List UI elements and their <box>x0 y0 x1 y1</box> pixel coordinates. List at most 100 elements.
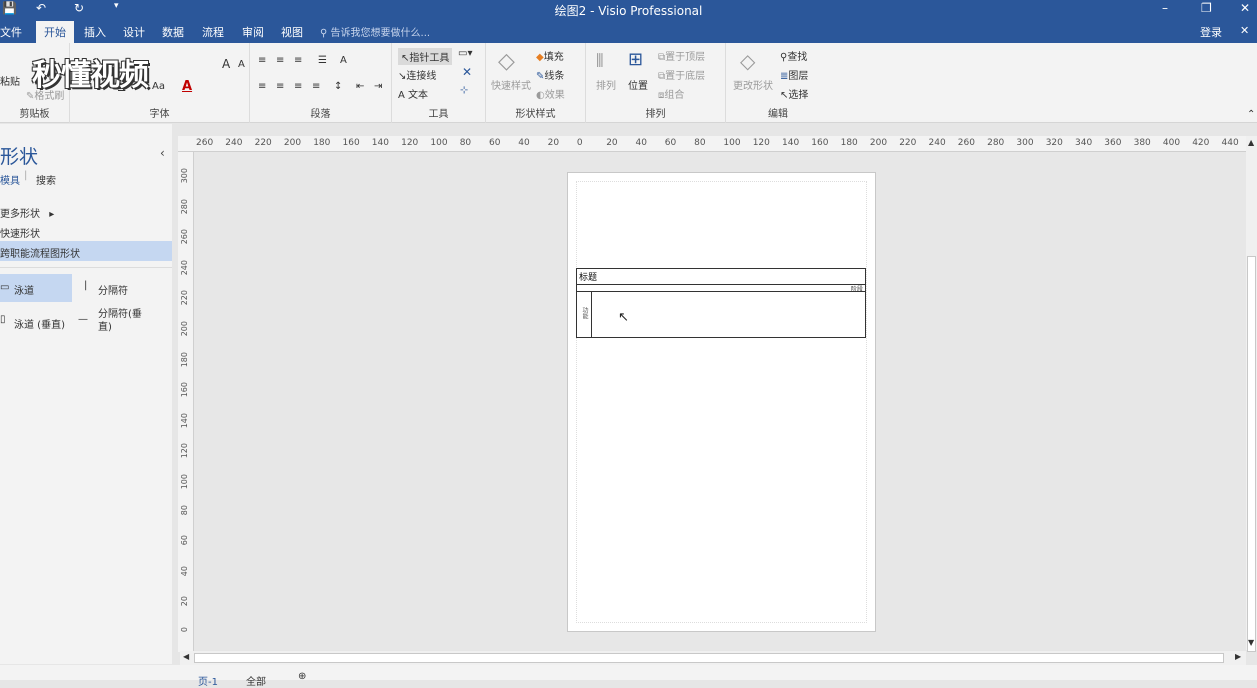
change-shape-button[interactable]: 更改形状 <box>733 77 773 92</box>
paste-button[interactable]: 粘贴 <box>0 73 20 88</box>
align-top-icon[interactable]: ≡ <box>258 55 266 66</box>
flowchart-title[interactable]: 标题 <box>579 270 597 283</box>
change-case-dropdown[interactable]: Aa <box>152 81 165 92</box>
text-tool-button[interactable]: A 文本 <box>398 86 428 101</box>
align-shapes-button[interactable]: 排列 <box>596 77 616 92</box>
swimlane-vertical-label: 泳道 (垂直) <box>14 320 65 331</box>
tab-stencils[interactable]: 模具 <box>0 172 20 187</box>
cross-functional-flowchart[interactable]: 标题 阶段 功能 <box>576 268 866 338</box>
bullets-icon[interactable]: ☰ <box>318 55 327 66</box>
cff-shapes-item[interactable]: 跨职能流程图形状 <box>0 241 172 261</box>
change-shape-icon: ◇ <box>740 49 756 73</box>
text-direction-icon[interactable]: A <box>340 55 347 66</box>
rectangle-tool-icon[interactable]: ▭▾ <box>458 48 472 59</box>
ruler-tick: 160 <box>180 382 189 398</box>
tab-insert[interactable]: 插入 <box>84 24 106 40</box>
tell-me-text: 告诉我您想要做什么... <box>330 28 431 39</box>
scroll-up-icon[interactable]: ▲ <box>1248 138 1254 147</box>
ruler-tick: 40 <box>635 138 647 148</box>
position-button[interactable]: 位置 <box>628 77 648 92</box>
font-color-button[interactable]: A <box>182 79 192 94</box>
tab-file[interactable]: 文件 <box>0 24 22 40</box>
align-bottom-icon[interactable]: ≡ <box>294 55 302 66</box>
horizontal-scroll-thumb[interactable] <box>194 653 1224 663</box>
scroll-right-icon[interactable]: ▶ <box>1235 652 1241 661</box>
tab-view[interactable]: 视图 <box>281 24 303 40</box>
tell-me-box[interactable]: ⚲ 告诉我您想要做什么... <box>320 24 430 39</box>
minimize-button[interactable]: – <box>1162 1 1168 15</box>
select-button[interactable]: ↖选择 <box>780 86 808 101</box>
shrink-font-button[interactable]: A <box>238 59 245 70</box>
align-middle-icon[interactable]: ≡ <box>276 55 284 66</box>
shape-separator-vertical[interactable]: — 分隔符(垂直) <box>78 306 168 338</box>
shape-swimlane-vertical[interactable]: ▯ 泳道 (垂直) <box>0 308 78 336</box>
ruler-tick: 140 <box>371 138 389 148</box>
find-button[interactable]: ⚲查找 <box>780 48 807 63</box>
all-pages-tab[interactable]: 全部 <box>246 673 266 688</box>
connection-point-icon[interactable]: ⊹ <box>460 85 468 96</box>
ruler-tick: 20 <box>180 596 189 607</box>
shape-separator[interactable]: | 分隔符 <box>80 274 168 302</box>
tab-review[interactable]: 审阅 <box>242 24 264 40</box>
grow-font-button[interactable]: A <box>222 57 230 71</box>
lightbulb-icon: ⚲ <box>320 28 328 39</box>
ribbon-tabs: 文件 开始 插入 设计 数据 流程 审阅 视图 ⚲ 告诉我您想要做什么... 登… <box>0 20 1257 43</box>
tab-home[interactable]: 开始 <box>36 21 74 43</box>
align-left-icon[interactable]: ≡ <box>258 81 266 92</box>
tab-process[interactable]: 流程 <box>202 24 224 40</box>
swimlane-label[interactable]: 功能 <box>580 307 589 319</box>
ruler-tick: 80 <box>180 504 189 515</box>
panel-divider <box>0 267 172 268</box>
align-right-icon[interactable]: ≡ <box>294 81 302 92</box>
close-button[interactable]: ✕ <box>1240 1 1250 15</box>
line-button[interactable]: ✎线条 <box>536 67 564 82</box>
ruler-tick: 160 <box>811 138 829 148</box>
line-label: 线条 <box>544 71 565 82</box>
restore-button[interactable]: ❐ <box>1201 1 1212 15</box>
tab-data[interactable]: 数据 <box>162 24 184 40</box>
ruler-tick: 200 <box>869 138 888 148</box>
layers-button[interactable]: ≣图层 <box>780 67 808 82</box>
tab-search[interactable]: 搜索 <box>36 172 56 187</box>
quick-styles-button[interactable]: 快速样式 <box>491 77 531 92</box>
close-ribbon-icon[interactable]: ✕ <box>1240 24 1249 37</box>
pointer-tool-button[interactable]: ↖指针工具 <box>398 48 453 65</box>
ruler-tick: 300 <box>180 168 189 184</box>
login-link[interactable]: 登录 <box>1200 24 1222 40</box>
decrease-indent-icon[interactable]: ⇤ <box>356 81 364 92</box>
more-shapes-item[interactable]: 更多形状 ▸ <box>0 205 54 220</box>
align-center-icon[interactable]: ≡ <box>276 81 284 92</box>
collapse-panel-icon[interactable]: ‹ <box>160 146 165 160</box>
delete-icon[interactable]: ✕ <box>462 65 472 79</box>
ruler-tick: 400 <box>1162 138 1181 148</box>
ruler-tick: 80 <box>694 138 706 148</box>
watermark-logo: 秒懂视频 <box>32 58 149 93</box>
fill-button[interactable]: ◆填充 <box>536 48 564 63</box>
scroll-left-icon[interactable]: ◀ <box>183 652 189 661</box>
swimlane-header <box>591 291 592 337</box>
effects-button[interactable]: ◐效果 <box>536 86 565 101</box>
add-page-icon[interactable]: ⊕ <box>298 671 306 682</box>
vertical-scroll-thumb[interactable] <box>1247 256 1256 652</box>
justify-icon[interactable]: ≡ <box>312 81 320 92</box>
increase-indent-icon[interactable]: ⇥ <box>374 81 382 92</box>
shape-styles-group-label: 形状样式 <box>515 109 556 120</box>
vertical-scrollbar[interactable]: ▲ ▼ <box>1246 136 1257 652</box>
horizontal-ruler: 260 240 220 200 180 160 140 120 100 80 60 40 20 0 20 40… <box>178 136 1246 152</box>
line-spacing-icon[interactable]: ↕ <box>334 81 342 92</box>
find-label: 查找 <box>787 52 808 63</box>
shape-swimlane[interactable]: ▭ 泳道 <box>0 274 72 302</box>
horizontal-scrollbar[interactable]: ◀ ▶ <box>180 651 1246 665</box>
group-button[interactable]: ⧈组合 <box>658 86 684 101</box>
connector-button[interactable]: ↘连接线 <box>398 67 436 82</box>
drawing-page[interactable] <box>567 172 876 632</box>
bring-to-front-button[interactable]: ⧉置于顶层 <box>658 48 705 63</box>
send-to-back-button[interactable]: ⧉置于底层 <box>658 67 705 82</box>
separator-label: 分隔符 <box>98 286 128 297</box>
scroll-down-icon[interactable]: ▼ <box>1248 638 1254 647</box>
page-tab-1[interactable]: 页-1 <box>198 673 218 688</box>
collapse-ribbon-icon[interactable]: ⌃ <box>1247 109 1255 120</box>
quick-shapes-item[interactable]: 快速形状 <box>0 225 40 240</box>
tab-design[interactable]: 设计 <box>123 24 145 40</box>
ruler-tick: 80 <box>459 138 472 148</box>
